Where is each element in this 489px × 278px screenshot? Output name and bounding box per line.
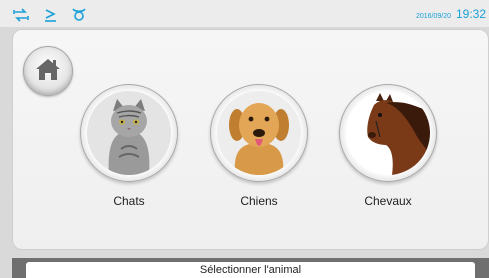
transfer-icon xyxy=(13,8,29,22)
main-panel: Chats Chiens Chevaux xyxy=(12,29,489,250)
status-bar: 2016/09/20 19:32 xyxy=(0,0,489,27)
animal-option-dogs[interactable]: Chiens xyxy=(209,84,309,208)
animal-option-cats[interactable]: Chats xyxy=(79,84,179,208)
horses-button[interactable] xyxy=(339,84,437,182)
dogs-button[interactable] xyxy=(210,84,308,182)
download-icon xyxy=(42,8,58,22)
title-bar: Sélectionner l'animal xyxy=(12,258,489,278)
horse-image xyxy=(346,91,430,175)
animal-label: Chiens xyxy=(240,194,278,208)
cat-image xyxy=(87,91,171,175)
dog-image xyxy=(217,91,301,175)
animal-label: Chats xyxy=(113,194,145,208)
animal-option-horses[interactable]: Chevaux xyxy=(338,84,438,208)
animal-label: Chevaux xyxy=(364,194,412,208)
status-date: 2016/09/20 xyxy=(415,13,451,20)
cats-button[interactable] xyxy=(80,84,178,182)
home-icon xyxy=(35,57,61,86)
page-title: Sélectionner l'animal xyxy=(26,262,475,278)
signal-icon xyxy=(71,8,87,22)
status-time: 19:32 xyxy=(455,7,486,21)
status-icons xyxy=(13,8,87,22)
home-button[interactable] xyxy=(23,46,73,96)
